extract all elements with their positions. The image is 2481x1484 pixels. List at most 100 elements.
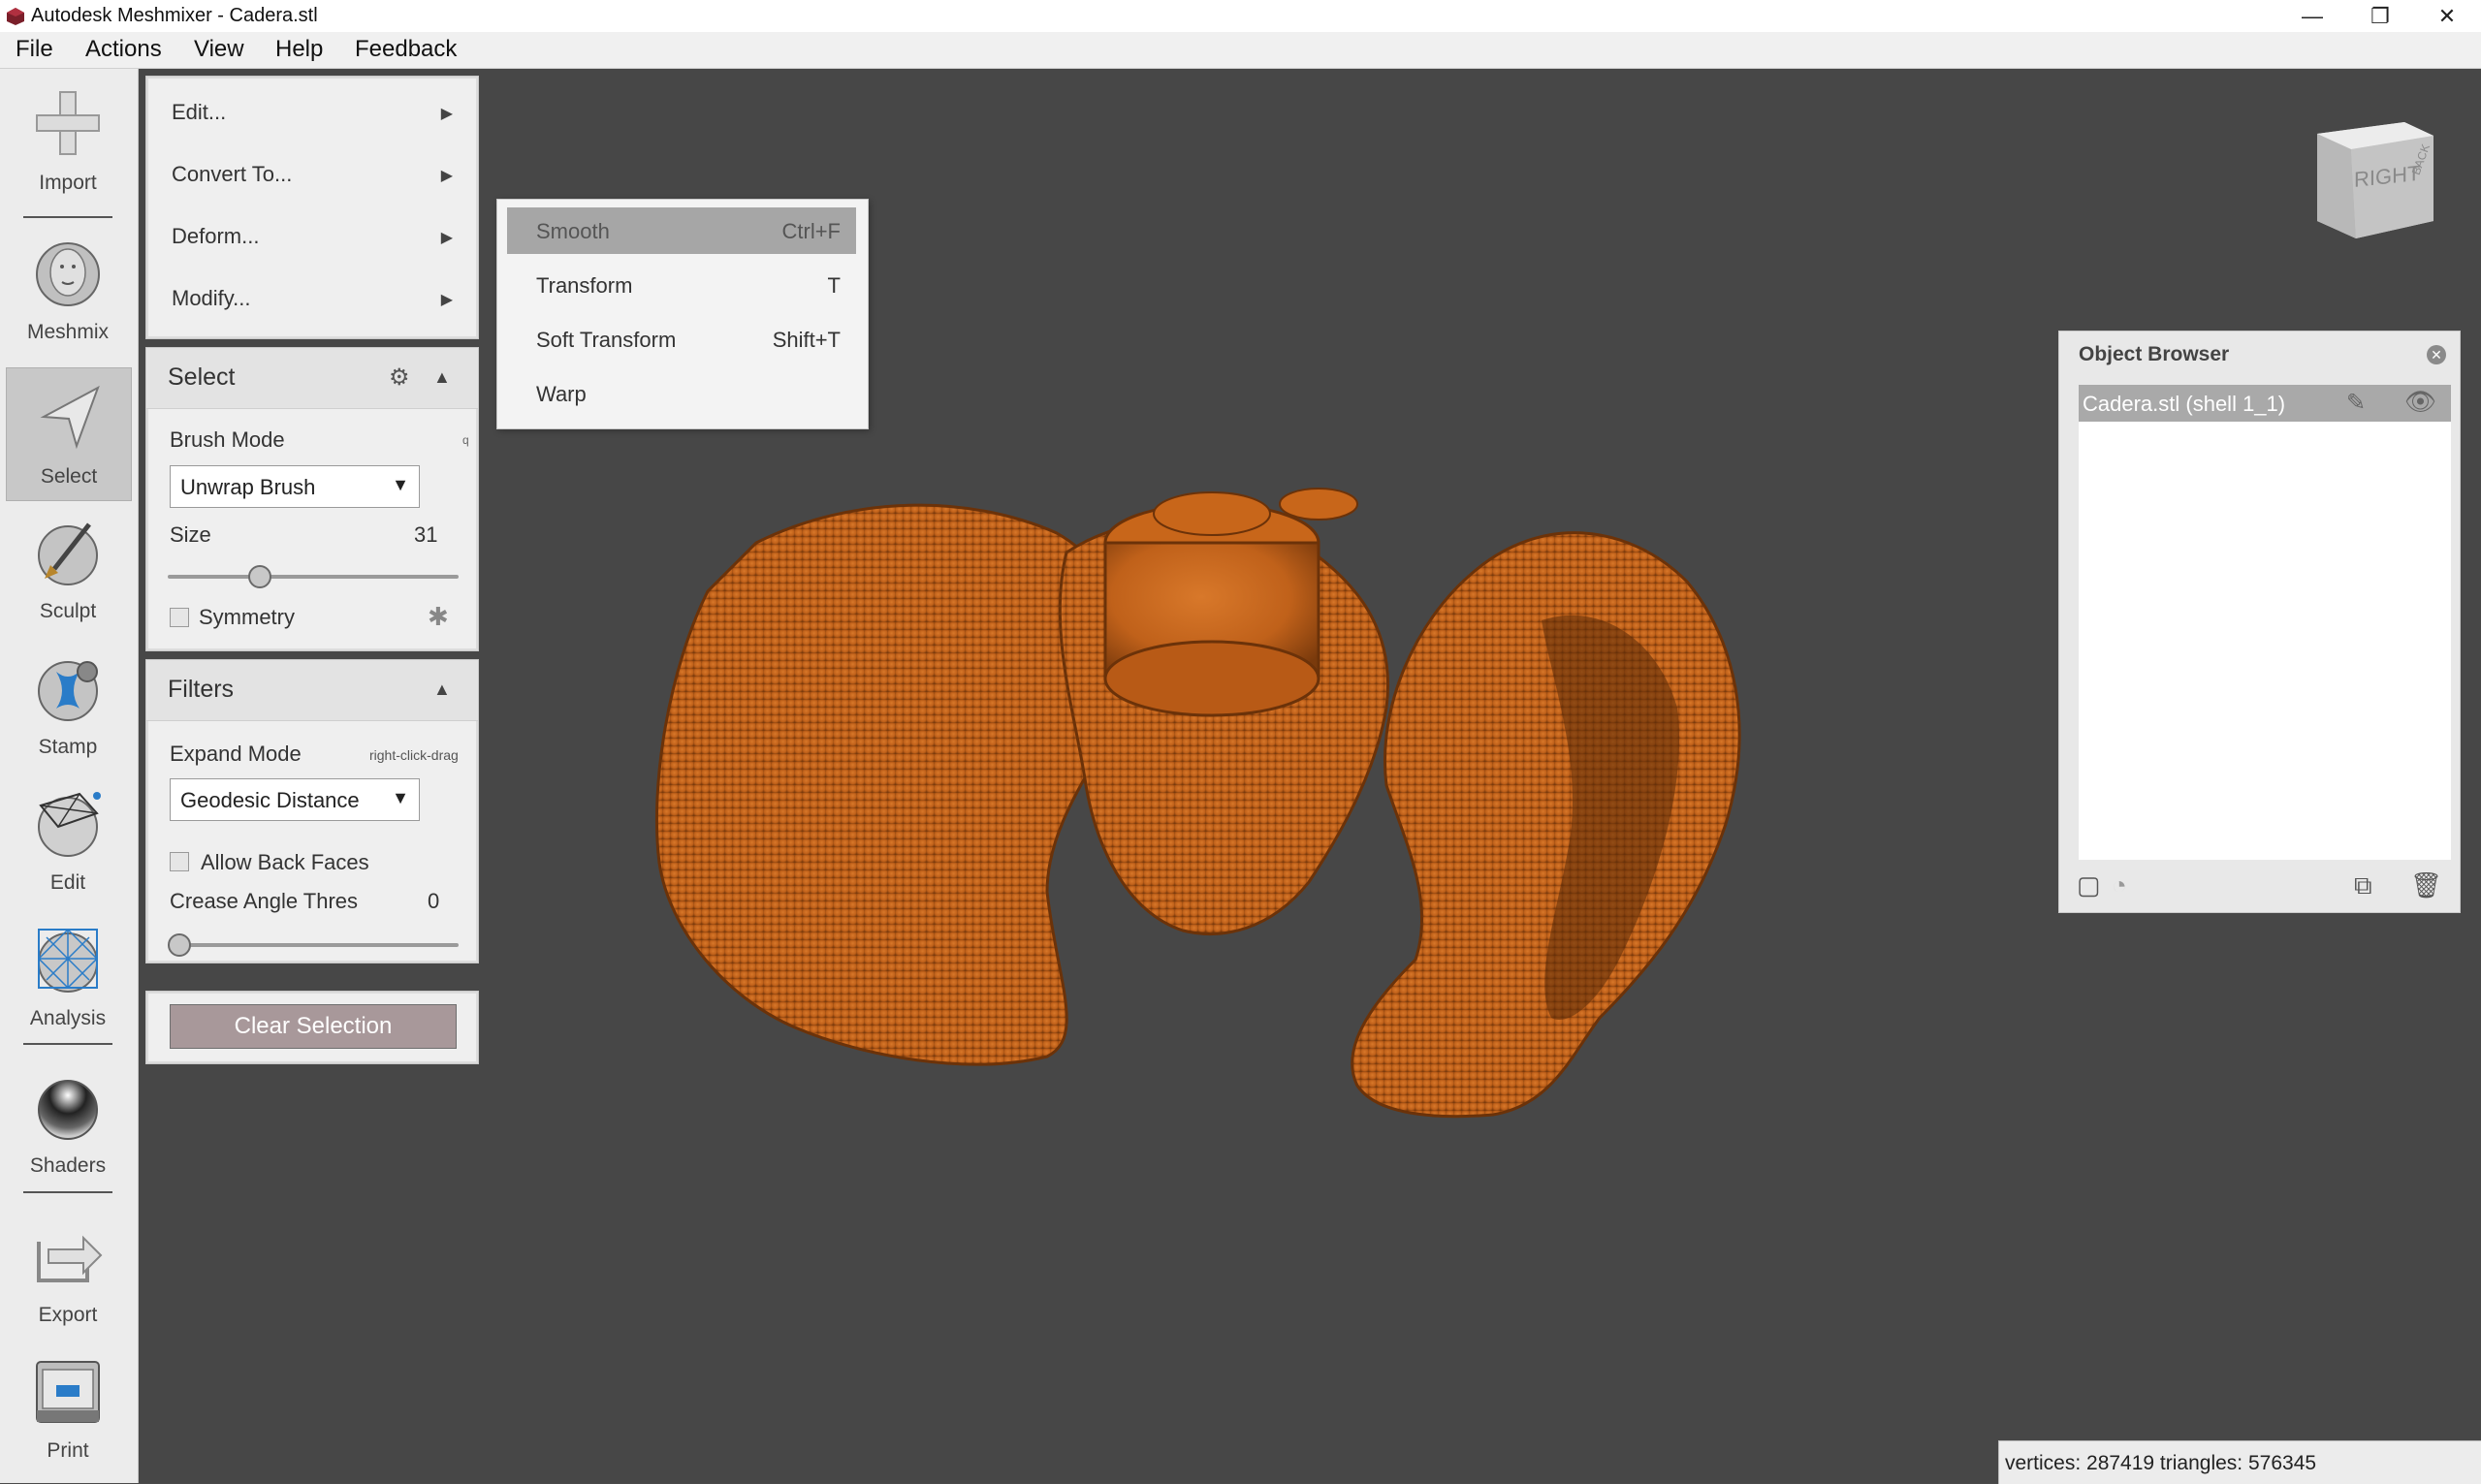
modify-item[interactable]: Modify... [172,286,453,311]
minimize-button[interactable]: — [2278,0,2346,32]
close-icon[interactable]: ✕ [2427,345,2446,364]
collapse-up-icon[interactable]: ▲ [433,367,451,388]
crease-slider-track[interactable] [168,943,459,947]
tool-shaders[interactable]: Shaders [6,1058,130,1189]
tool-print[interactable]: Print [6,1342,130,1474]
tool-palette: Import Meshmix Select Sculpt Stamp Edit … [0,69,139,1483]
allow-back-faces-checkbox[interactable] [170,852,189,871]
tool-label: Print [47,1439,89,1462]
menu-actions[interactable]: Actions [85,36,162,63]
filters-panel: Filters ▲ Expand Mode right-click-drag G… [145,659,479,963]
filters-panel-header[interactable]: Filters ▲ [146,660,478,721]
toolbar-divider [23,216,112,218]
restore-button[interactable]: ❐ [2346,0,2414,32]
crease-slider-thumb[interactable] [168,933,191,957]
menu-help[interactable]: Help [275,36,323,63]
modify-item-label: Modify... [172,286,251,310]
submenu-arrow-icon: ▶ [440,292,453,308]
brush-sphere-icon [38,522,98,585]
clear-selection-panel: Clear Selection [145,991,479,1064]
cube-icon[interactable]: ▢ [2077,870,2101,900]
menu-item-shortcut: Shift+T [772,328,841,352]
menu-item-warp[interactable]: Warp [507,370,856,417]
tool-meshmix[interactable]: Meshmix [6,224,130,356]
tool-label: Import [39,172,97,194]
collapse-up-icon[interactable]: ▲ [433,679,451,700]
expand-mode-hint: right-click-drag [369,747,459,763]
edit-item-label: Edit... [172,100,227,124]
brush-mode-value: Unwrap Brush [180,475,316,499]
tool-label: Analysis [29,1007,107,1029]
face-sphere-icon [36,242,100,306]
view-cube[interactable]: RIGHT BACK [2307,114,2443,250]
tool-analysis[interactable]: Analysis [6,910,130,1042]
edit-item[interactable]: Edit... [172,100,453,125]
trash-icon[interactable]: 🗑 [2410,870,2442,900]
menu-view[interactable]: View [194,36,244,63]
menu-feedback[interactable]: Feedback [355,36,457,63]
tool-export[interactable]: Export [6,1207,130,1339]
symmetry-axis-icon[interactable]: ✱ [428,602,449,632]
size-value: 31 [414,522,438,547]
pin-icon[interactable]: ✎ [2346,389,2366,417]
tool-sculpt[interactable]: Sculpt [6,503,130,635]
submenu-arrow-icon: ▶ [440,106,453,122]
mesh-stats: vertices: 287419 triangles: 576345 [2005,1452,2317,1474]
meshmixer-logo-icon [7,8,24,25]
expand-mode-dropdown[interactable]: Geodesic Distance ▼ [170,778,420,821]
clear-selection-button[interactable]: Clear Selection [170,1004,457,1049]
wireframe-sphere-icon [38,792,101,857]
menu-item-label: Warp [536,382,587,406]
tool-label: Select [40,465,98,488]
symmetry-checkbox[interactable] [170,608,189,627]
allow-back-faces-label: Allow Back Faces [201,850,369,874]
menu-item-soft-transform[interactable]: Soft Transform Shift+T [507,316,856,363]
duplicate-icon[interactable]: ⧉ [2354,870,2372,901]
submenu-arrow-icon: ▶ [440,230,453,246]
menu-item-shortcut: Ctrl+F [781,219,842,243]
hip-bone-model[interactable] [640,475,1803,1202]
tool-label: Edit [49,871,86,894]
status-bar: vertices: 287419 triangles: 576345 [1998,1440,2481,1484]
size-label: Size [170,522,211,547]
tool-select[interactable]: Select [6,367,132,501]
printer-icon [36,1361,100,1423]
object-name: Cadera.stl (shell 1_1) [2083,392,2286,416]
tool-import[interactable]: Import [6,75,130,206]
gear-icon[interactable]: ⚙ [389,363,410,392]
convert-to-item[interactable]: Convert To... [172,162,453,187]
object-row[interactable]: Cadera.stl (shell 1_1) ✎ 👁 [2079,385,2451,422]
meshmixer-window: Autodesk Meshmixer - Cadera.stl — ❐ ✕ Fi… [0,0,2481,1484]
menu-item-label: Smooth [536,219,610,243]
symmetry-label: Symmetry [199,605,295,629]
filters-panel-title: Filters [168,676,235,703]
menu-file[interactable]: File [16,36,53,63]
menu-item-shortcut: T [827,273,841,298]
menu-item-label: Soft Transform [536,328,677,352]
menu-item-transform[interactable]: Transform T [507,262,856,308]
deform-item[interactable]: Deform... [172,224,453,249]
select-panel: Select ⚙ ▲ Brush Mode q Unwrap Brush ▼ S… [145,347,479,651]
expand-mode-value: Geodesic Distance [180,788,360,812]
close-button[interactable]: ✕ [2413,0,2481,32]
tool-stamp[interactable]: Stamp [6,639,130,771]
tool-label: Stamp [38,736,98,758]
object-list: Cadera.stl (shell 1_1) ✎ 👁 [2079,385,2451,860]
size-slider-thumb[interactable] [247,565,271,588]
menu-item-smooth[interactable]: Smooth Ctrl+F [507,207,856,254]
brush-mode-dropdown[interactable]: Unwrap Brush ▼ [170,465,420,508]
tool-label: Meshmix [26,321,109,343]
cursor-arrow-icon [40,385,100,450]
size-slider-track[interactable] [168,575,459,579]
pie-chart-icon[interactable]: ◔ [2112,870,2127,900]
export-arrow-icon [37,1235,103,1282]
crease-angle-label: Crease Angle Thres [170,889,359,913]
select-panel-header[interactable]: Select ⚙ ▲ [146,348,478,409]
convert-to-item-label: Convert To... [172,162,293,186]
edit-menu-panel: Edit... ▶ Convert To... ▶ Deform... ▶ Mo… [145,76,479,339]
deform-submenu: Smooth Ctrl+F Transform T Soft Transform… [496,199,869,429]
object-browser-panel: Object Browser ✕ Cadera.stl (shell 1_1) … [2058,331,2461,913]
eye-icon[interactable]: 👁 [2404,387,2436,417]
tool-edit[interactable]: Edit [6,774,130,906]
stamp-sphere-icon [38,661,98,721]
